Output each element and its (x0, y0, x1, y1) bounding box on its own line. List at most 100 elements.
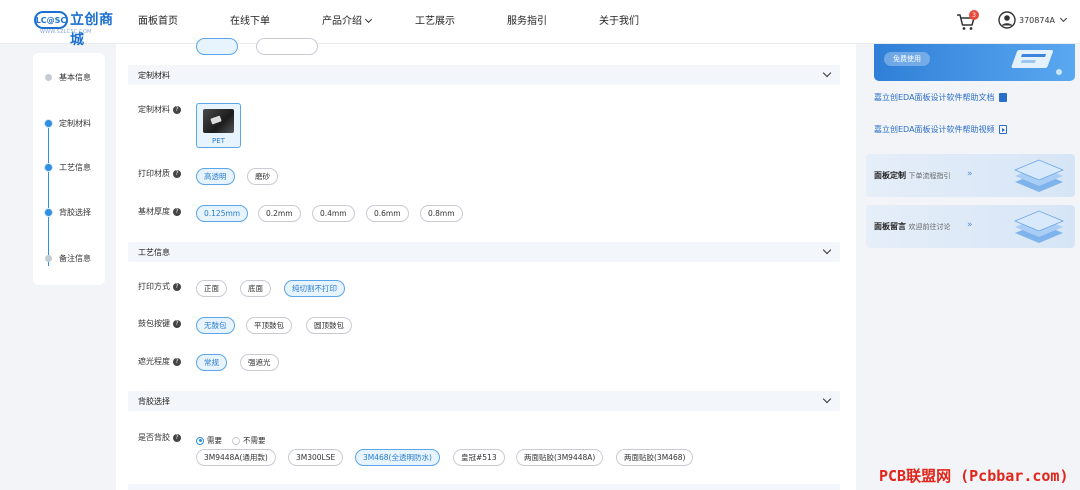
adhesive-type-option[interactable]: 3M468(全透明防水) (355, 449, 440, 466)
free-use-button[interactable]: 免费使用 (884, 52, 930, 66)
avatar-icon (998, 11, 1016, 29)
step-process[interactable]: 工艺信息 (33, 160, 105, 174)
section-remarks-header[interactable] (128, 484, 840, 490)
nav-service[interactable]: 服务指引 (507, 12, 547, 27)
chevron-down-icon (1059, 14, 1068, 22)
field-emboss-label: 鼓包按键? (138, 318, 181, 329)
card-title: 面板定制 下单流程指引 (874, 170, 951, 181)
help-icon[interactable]: ? (173, 207, 181, 216)
material-option-pet[interactable]: PET (196, 103, 241, 148)
radio-label: 不需要 (243, 436, 266, 445)
panel-illustration-icon (1011, 50, 1062, 75)
thickness-option[interactable]: 0.4mm (312, 205, 355, 222)
step-dot (44, 207, 53, 217)
step-label: 工艺信息 (59, 162, 91, 172)
thickness-option[interactable]: 0.125mm (196, 205, 249, 222)
double-chevron-icon: » (967, 220, 973, 230)
emboss-option[interactable]: 圆顶鼓包 (306, 317, 352, 334)
order-guide-card[interactable]: 面板定制 下单流程指引 » (866, 154, 1075, 197)
logo-badge: LC@SC (34, 11, 68, 29)
shading-option[interactable]: 强遮光 (240, 354, 279, 371)
nav-products[interactable]: 产品介绍 (322, 12, 373, 27)
help-icon[interactable]: ? (173, 105, 181, 114)
site-logo[interactable]: LC@SC 立创商城 WWW.SZLCSC.COM (34, 8, 126, 48)
video-icon (998, 125, 1007, 134)
layered-panel-icon (1013, 210, 1065, 243)
order-form: 定制材料 定制材料? PET 打印材质? 高透明 磨砂 基材厚度? 0.125m… (116, 38, 856, 490)
print-mode-option[interactable]: 纯切割不打印 (284, 280, 345, 297)
adhesive-type-option[interactable]: 两面贴胶(3M468) (616, 449, 694, 466)
radio-button[interactable] (196, 436, 204, 445)
step-material[interactable]: 定制材料 (33, 116, 105, 130)
section-process-header[interactable]: 工艺信息 (128, 242, 840, 262)
link-label: 嘉立创EDA面板设计软件帮助视频 (874, 125, 995, 134)
help-video-link[interactable]: 嘉立创EDA面板设计软件帮助视频 (874, 124, 1007, 135)
help-icon[interactable]: ? (173, 433, 181, 442)
adhesive-type-option[interactable]: 3M9448A(通用款) (196, 449, 276, 466)
section-title: 工艺信息 (138, 248, 170, 257)
adhesive-type-option[interactable]: 3M300LSE (288, 449, 344, 466)
step-label: 基本信息 (59, 72, 91, 82)
adhesive-type-option[interactable]: 皇冠#513 (453, 449, 505, 466)
section-adhesive-header[interactable]: 背胶选择 (128, 391, 840, 411)
step-label: 备注信息 (59, 253, 91, 263)
help-doc-link[interactable]: 嘉立创EDA面板设计软件帮助文档 (874, 92, 1007, 103)
step-basic-info[interactable]: 基本信息 (33, 70, 105, 84)
field-shading-label: 遮光程度? (138, 356, 181, 367)
adhesive-type-option[interactable]: 两面贴胶(3M9448A) (516, 449, 604, 466)
user-menu[interactable]: 370874A (998, 11, 1068, 29)
card-subtitle: 欢迎前往讨论 (908, 223, 951, 231)
radio-not-need[interactable]: 不需要 (232, 435, 266, 446)
print-mode-option[interactable]: 底面 (240, 280, 271, 297)
chevron-down-icon (364, 15, 373, 24)
nav-process[interactable]: 工艺展示 (415, 12, 455, 27)
nav-products-label: 产品介绍 (322, 16, 362, 27)
emboss-option[interactable]: 无鼓包 (196, 317, 235, 334)
help-icon[interactable]: ? (173, 282, 181, 291)
help-icon[interactable]: ? (173, 169, 181, 178)
radio-need[interactable]: 需要 (196, 435, 222, 446)
document-icon (998, 93, 1007, 102)
thickness-option[interactable]: 0.2mm (258, 205, 301, 222)
clipped-option (256, 38, 318, 55)
thickness-option[interactable]: 0.8mm (420, 205, 463, 222)
section-material-header[interactable]: 定制材料 (128, 65, 840, 85)
step-remarks[interactable]: 备注信息 (33, 251, 105, 265)
top-header: LC@SC 立创商城 WWW.SZLCSC.COM 面板首页 在线下单 产品介绍… (0, 0, 1080, 48)
help-icon[interactable]: ? (173, 357, 181, 366)
chevron-down-icon[interactable] (822, 68, 832, 78)
label-text: 遮光程度 (138, 357, 170, 366)
chevron-down-icon[interactable] (822, 245, 832, 255)
message-board-card[interactable]: 面板留言 欢迎前往讨论 » (866, 205, 1075, 248)
clipped-option (196, 38, 238, 55)
nav-home[interactable]: 面板首页 (138, 12, 178, 27)
chevron-down-icon[interactable] (822, 394, 832, 404)
nav-order[interactable]: 在线下单 (230, 12, 270, 27)
print-mode-option[interactable]: 正面 (196, 280, 227, 297)
step-connector-line (48, 124, 49, 266)
shading-option[interactable]: 常规 (196, 354, 227, 371)
step-dot (45, 73, 52, 81)
card-title-strong: 面板留言 (874, 222, 906, 231)
double-chevron-icon: » (967, 169, 973, 179)
thickness-option[interactable]: 0.6mm (366, 205, 409, 222)
watermark-text: PCB联盟网 (Pcbbar.com) (879, 467, 1069, 485)
section-title: 背胶选择 (138, 397, 170, 406)
label-text: 基材厚度 (138, 207, 170, 216)
field-thickness-label: 基材厚度? (138, 206, 181, 217)
step-dot (44, 162, 53, 172)
emboss-option[interactable]: 平顶鼓包 (246, 317, 292, 334)
step-adhesive[interactable]: 背胶选择 (33, 205, 105, 219)
step-label: 定制材料 (59, 118, 91, 128)
card-subtitle: 下单流程指引 (908, 172, 951, 180)
material-label: PET (212, 137, 225, 145)
help-icon[interactable]: ? (173, 319, 181, 328)
finish-option[interactable]: 磨砂 (247, 168, 278, 185)
link-label: 嘉立创EDA面板设计软件帮助文档 (874, 93, 995, 102)
radio-button[interactable] (232, 436, 240, 445)
finish-option[interactable]: 高透明 (196, 168, 235, 185)
label-text: 定制材料 (138, 105, 170, 114)
step-label: 背胶选择 (59, 207, 91, 217)
field-need-adhesive-label: 是否背胶? (138, 432, 181, 443)
nav-about[interactable]: 关于我们 (599, 12, 639, 27)
